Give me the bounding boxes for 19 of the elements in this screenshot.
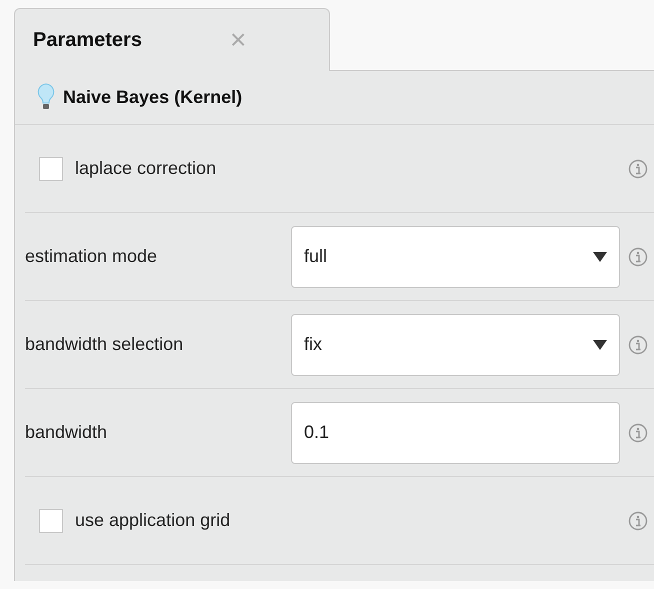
- info-icon[interactable]: [628, 246, 648, 266]
- checkbox-label: laplace correction: [75, 158, 216, 179]
- input-field[interactable]: 0.1: [291, 402, 620, 464]
- parameters-tab[interactable]: Parameters ×: [14, 8, 330, 71]
- dropdown[interactable]: full: [291, 226, 620, 288]
- caret-icon: [593, 252, 607, 262]
- operator-name: Naive Bayes (Kernel): [63, 87, 242, 108]
- parameter-label: estimation mode: [25, 246, 158, 267]
- checkbox[interactable]: [39, 508, 63, 532]
- dropdown[interactable]: fix: [291, 314, 620, 376]
- caret-icon: [593, 340, 607, 350]
- parameter-label: bandwidth: [25, 422, 108, 443]
- info-icon[interactable]: [628, 158, 648, 178]
- info-icon[interactable]: [628, 510, 648, 530]
- info-icon[interactable]: [628, 422, 648, 442]
- checkbox-label: use application grid: [75, 510, 230, 531]
- parameter-label: bandwidth selection: [25, 334, 184, 355]
- checkbox[interactable]: [39, 156, 63, 180]
- info-icon[interactable]: [628, 334, 648, 354]
